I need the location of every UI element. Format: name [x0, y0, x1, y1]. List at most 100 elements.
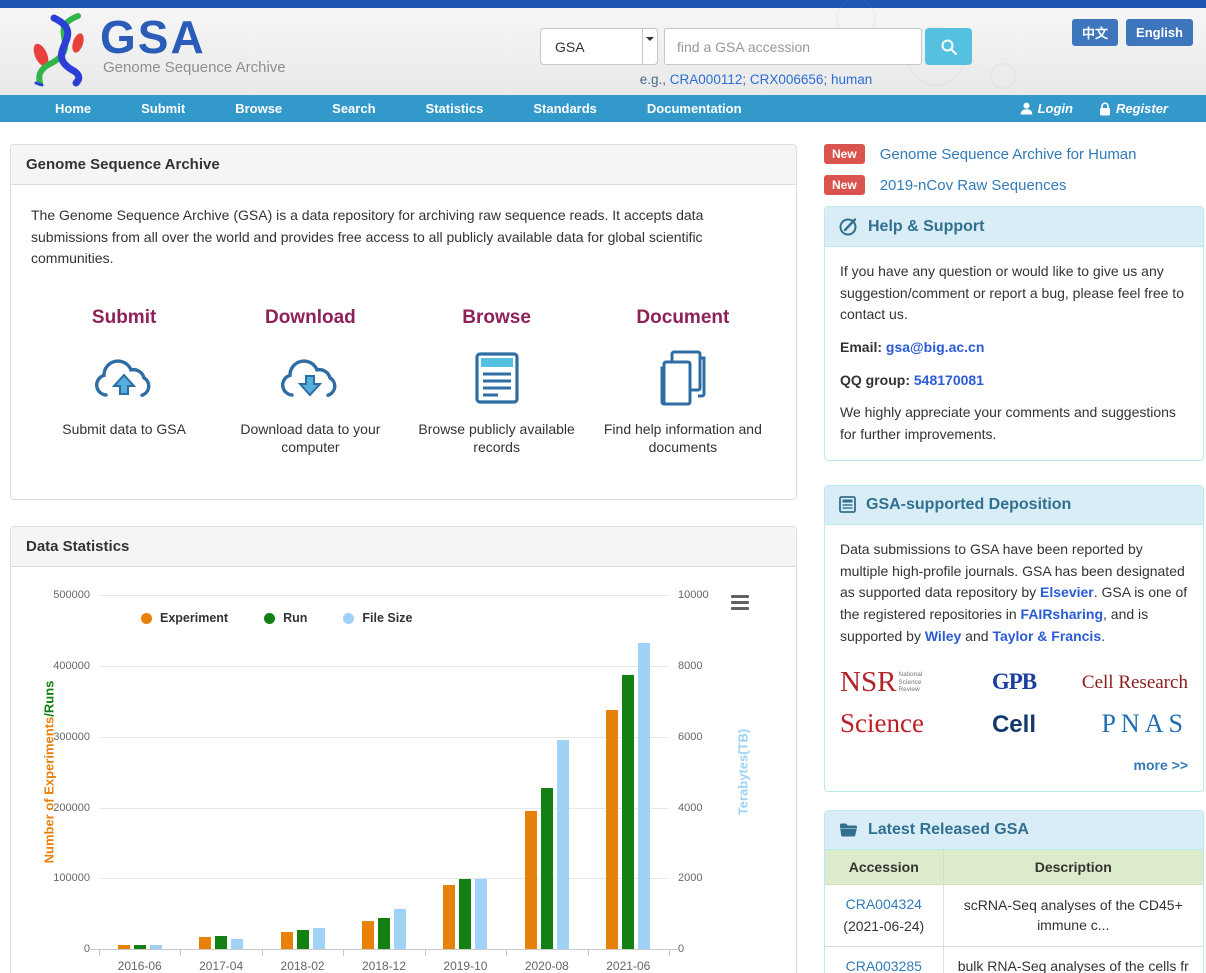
- user-icon: [1020, 102, 1033, 115]
- bar-experiment-2016-06: [118, 945, 130, 950]
- action-title: Browse: [404, 303, 590, 332]
- journal-logo-gpb[interactable]: GPB: [956, 661, 1072, 703]
- news-link[interactable]: Genome Sequence Archive for Human: [880, 146, 1137, 163]
- gridline: [99, 666, 669, 667]
- publisher-link[interactable]: Wiley: [925, 628, 961, 644]
- bar-file-size-2020-08: [557, 740, 569, 949]
- action-title: Download: [217, 303, 403, 332]
- new-badge: New: [824, 144, 865, 164]
- x-axis-label: 2019-10: [425, 959, 505, 973]
- help-paragraph-2: We highly appreciate your comments and s…: [840, 402, 1188, 445]
- nav-item-browse[interactable]: Browse: [210, 95, 307, 122]
- qq-group-link[interactable]: 548170081: [914, 372, 984, 388]
- news-item: New 2019-nCov Raw Sequences: [824, 175, 1204, 195]
- publisher-link[interactable]: Taylor & Francis: [992, 628, 1101, 644]
- x-axis-label: 2016-06: [100, 959, 180, 973]
- search-category-select[interactable]: GSA: [540, 28, 658, 65]
- example-link[interactable]: CRX006656: [750, 72, 824, 87]
- chart-menu-button[interactable]: [731, 595, 749, 613]
- news-item: New Genome Sequence Archive for Human: [824, 144, 1204, 164]
- bar-run-2016-06: [134, 945, 146, 949]
- email-link[interactable]: gsa@big.ac.cn: [886, 339, 984, 355]
- example-link[interactable]: CRA000112: [670, 72, 743, 87]
- action-submit[interactable]: Submit Submit data to GSA: [31, 303, 217, 457]
- login-button[interactable]: Login: [1020, 101, 1073, 116]
- legend-item-file-size[interactable]: File Size: [343, 611, 412, 625]
- example-prefix: e.g.,: [640, 72, 666, 87]
- column-header: Description: [943, 850, 1203, 885]
- bar-file-size-2021-06: [638, 643, 650, 949]
- publisher-link[interactable]: FAIRsharing: [1021, 606, 1103, 622]
- action-download[interactable]: Download Download data to your computer: [217, 303, 403, 457]
- action-document[interactable]: Document Find help information and docum…: [590, 303, 776, 457]
- gridline: [99, 808, 669, 809]
- intro-panel-title: Genome Sequence Archive: [11, 145, 796, 185]
- gridline: [99, 878, 669, 879]
- accession-link[interactable]: CRA004324: [846, 896, 922, 912]
- logo-subtitle: Genome Sequence Archive: [103, 59, 286, 76]
- x-axis-label: 2017-04: [181, 959, 261, 973]
- x-axis-label: 2020-08: [507, 959, 587, 973]
- journal-logo-pnas[interactable]: PNAS: [1072, 703, 1188, 745]
- gsa-logo[interactable]: GSA Genome Sequence Archive: [28, 13, 286, 89]
- search-area: GSA e.g., CRA000112; CRX006656; human: [540, 28, 972, 87]
- lang-chinese-button[interactable]: 中文: [1072, 19, 1118, 46]
- bar-run-2019-10: [459, 879, 471, 949]
- action-caption: Submit data to GSA: [35, 420, 213, 439]
- example-link[interactable]: human: [831, 72, 872, 87]
- data-statistics-chart: 0100000200000300000400000500000020004000…: [29, 583, 775, 973]
- top-accent-bar: [0, 0, 1206, 8]
- qq-group-label: QQ group:: [840, 372, 910, 388]
- logo-title: GSA: [100, 13, 286, 61]
- nav-item-home[interactable]: Home: [30, 95, 116, 122]
- latest-released-title: Latest Released GSA: [868, 821, 1029, 839]
- action-title: Submit: [31, 303, 217, 332]
- search-input[interactable]: [664, 28, 922, 65]
- accession-date: (2021-06-24): [833, 917, 935, 937]
- chevron-down-icon: [642, 29, 657, 64]
- bar-experiment-2018-02: [281, 932, 293, 950]
- nav-item-documentation[interactable]: Documentation: [622, 95, 767, 122]
- left-axis-tick: 0: [29, 943, 90, 955]
- bar-experiment-2018-12: [362, 921, 374, 949]
- help-support-panel: Help & Support If you have any question …: [824, 206, 1204, 461]
- action-caption: Find help information and documents: [594, 420, 772, 458]
- login-label: Login: [1038, 101, 1073, 116]
- journal-logo-science[interactable]: Science: [840, 703, 956, 745]
- table-row: CRA003285 bulk RNA-Seq analyses of the c…: [825, 947, 1203, 973]
- publisher-link[interactable]: Elsevier: [1040, 584, 1094, 600]
- x-axis-tick: [262, 950, 263, 956]
- bar-file-size-2018-12: [394, 909, 406, 950]
- action-caption: Browse publicly available records: [408, 420, 586, 458]
- nav-item-statistics[interactable]: Statistics: [401, 95, 509, 122]
- action-title: Document: [590, 303, 776, 332]
- nav-item-submit[interactable]: Submit: [116, 95, 210, 122]
- right-axis-tick: 6000: [678, 731, 702, 743]
- chart-legend: Experiment Run File Size: [141, 611, 412, 625]
- table-row: CRA004324 (2021-06-24) scRNA-Seq analyse…: [825, 884, 1203, 946]
- more-link[interactable]: more >>: [840, 755, 1188, 777]
- accession-link[interactable]: CRA003285: [846, 958, 922, 973]
- register-button[interactable]: Register: [1099, 101, 1168, 116]
- journal-logo-cell[interactable]: Cell: [956, 703, 1072, 745]
- email-label: Email:: [840, 339, 882, 355]
- journal-logo-nsr[interactable]: NSRNationalScienceReview: [840, 661, 956, 703]
- help-paragraph: If you have any question or would like t…: [840, 261, 1188, 326]
- x-axis-line: [89, 949, 679, 950]
- gsa-logo-helix-icon: [28, 13, 92, 89]
- bar-experiment-2020-08: [525, 811, 537, 950]
- legend-item-experiment[interactable]: Experiment: [141, 611, 228, 625]
- action-browse[interactable]: Browse Browse publicly available records: [404, 303, 590, 457]
- x-axis-tick: [425, 950, 426, 956]
- bar-run-2018-02: [297, 930, 309, 949]
- lang-english-button[interactable]: English: [1126, 19, 1193, 46]
- nav-item-search[interactable]: Search: [307, 95, 400, 122]
- legend-item-run[interactable]: Run: [264, 611, 307, 625]
- right-axis-title: Terabytes(TB): [736, 729, 751, 815]
- news-link[interactable]: 2019-nCov Raw Sequences: [880, 177, 1067, 194]
- search-button[interactable]: [925, 28, 972, 65]
- nav-item-standards[interactable]: Standards: [508, 95, 622, 122]
- right-axis-tick: 2000: [678, 872, 702, 884]
- x-axis-label: 2018-02: [263, 959, 343, 973]
- journal-logo-cellres[interactable]: Cell Research: [1072, 661, 1188, 703]
